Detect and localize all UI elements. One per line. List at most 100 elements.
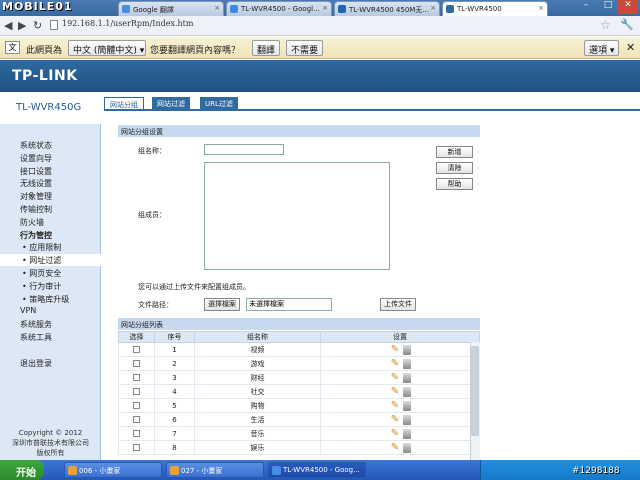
delete-icon[interactable] bbox=[403, 359, 411, 369]
edit-icon[interactable]: ✎ bbox=[389, 372, 401, 383]
edit-icon[interactable]: ✎ bbox=[389, 386, 401, 397]
options-button[interactable]: 選項 ▾ bbox=[584, 40, 620, 56]
taskbar-task[interactable]: 006 - 小畫家 bbox=[64, 462, 162, 478]
row-checkbox[interactable] bbox=[133, 402, 140, 409]
start-button[interactable]: 开始 bbox=[0, 460, 44, 480]
row-group-name: 游戏 bbox=[194, 356, 321, 371]
sidebar-item[interactable]: 行为管控 bbox=[20, 230, 52, 241]
group-table: 选择 序号 组名称 设置 1 视频 ✎ 2 游戏 ✎ 3 财经 ✎ 4 社交 ✎ 5 购物 ✎ 6 生活 ✎ 7 音乐… bbox=[118, 331, 480, 455]
sidebar-item[interactable]: • 应用限制 bbox=[22, 242, 61, 253]
sidebar-item[interactable]: 防火墙 bbox=[20, 217, 44, 228]
delete-icon[interactable] bbox=[403, 345, 411, 355]
row-group-name: 音乐 bbox=[194, 426, 321, 441]
sidebar-item[interactable]: • 行为审计 bbox=[22, 281, 61, 292]
row-checkbox[interactable] bbox=[133, 374, 140, 381]
sidebar-item[interactable]: 传输控制 bbox=[20, 204, 52, 215]
sidebar-item[interactable]: 系统服务 bbox=[20, 319, 52, 330]
file-status: 未選擇檔案 bbox=[246, 298, 332, 311]
sidebar-item[interactable]: 系统状态 bbox=[20, 140, 52, 151]
sidebar-item[interactable]: 接口设置 bbox=[20, 166, 52, 177]
tab-close-icon[interactable]: × bbox=[214, 4, 220, 12]
tab-web-group[interactable]: 网站分组 bbox=[104, 97, 144, 109]
delete-icon[interactable] bbox=[403, 373, 411, 383]
browser-tab[interactable]: TL-WVR4500 450M无... × bbox=[334, 1, 440, 16]
clear-button[interactable]: 清除 bbox=[436, 162, 473, 174]
no-translate-button[interactable]: 不需要 bbox=[286, 40, 324, 56]
table-scroll-thumb[interactable] bbox=[471, 346, 479, 436]
edit-icon[interactable]: ✎ bbox=[389, 400, 401, 411]
task-app-icon bbox=[272, 466, 281, 475]
delete-icon[interactable] bbox=[403, 401, 411, 411]
sidebar-item[interactable]: VPN bbox=[20, 306, 36, 315]
tp-link-logo: TP-LINK bbox=[12, 68, 78, 84]
tab-url-filter[interactable]: URL过滤 bbox=[200, 97, 238, 109]
page-icon bbox=[50, 20, 58, 30]
row-checkbox[interactable] bbox=[133, 416, 140, 423]
edit-icon[interactable]: ✎ bbox=[389, 358, 401, 369]
tab-label: TL-WVR4500 - Googl... bbox=[241, 5, 320, 13]
taskbar: 开始 006 - 小畫家 027 - 小畫家 TL-WVR4500 - Goog..… bbox=[0, 460, 640, 480]
row-checkbox[interactable] bbox=[133, 444, 140, 451]
language-select[interactable]: 中文 (簡體中文) ▾ bbox=[68, 40, 146, 56]
tab-label: TL-WVR4500 bbox=[457, 5, 502, 13]
url-field[interactable]: 192.168.1.1/userRpm/Index.htm bbox=[62, 19, 193, 28]
sidebar-item[interactable]: • 网址过滤 bbox=[22, 255, 61, 266]
help-button[interactable]: 帮助 bbox=[436, 178, 473, 190]
row-checkbox[interactable] bbox=[133, 346, 140, 353]
sidebar-item[interactable]: 对象管理 bbox=[20, 191, 52, 202]
sidebar-item[interactable]: • 策略库升级 bbox=[22, 294, 69, 305]
tab-close-icon[interactable]: × bbox=[322, 4, 328, 12]
logout-link[interactable]: 退出登录 bbox=[20, 358, 52, 369]
address-bar: ◀ ▶ ↻ 192.168.1.1/userRpm/Index.htm ☆ 🔧 bbox=[0, 16, 640, 36]
minimize-icon[interactable]: – bbox=[576, 0, 596, 14]
close-icon[interactable]: ✕ bbox=[618, 0, 638, 14]
tab-underline bbox=[104, 109, 640, 111]
row-checkbox[interactable] bbox=[133, 430, 140, 437]
delete-icon[interactable] bbox=[403, 387, 411, 397]
add-button[interactable]: 新增 bbox=[436, 146, 473, 158]
row-number: 1 bbox=[154, 342, 195, 357]
tab-close-icon[interactable]: × bbox=[538, 4, 544, 12]
row-group-name: 视频 bbox=[194, 342, 321, 357]
sidebar-item[interactable]: 设置向导 bbox=[20, 153, 52, 164]
file-path-label: 文件路径： bbox=[138, 301, 173, 309]
sidebar-item[interactable]: 系统工具 bbox=[20, 332, 52, 343]
bookmark-star-icon[interactable]: ☆ bbox=[600, 18, 611, 32]
col-select: 选择 bbox=[118, 331, 155, 343]
reload-icon[interactable]: ↻ bbox=[33, 19, 42, 32]
row-group-name: 生活 bbox=[194, 412, 321, 427]
edit-icon[interactable]: ✎ bbox=[389, 442, 401, 453]
list-title: 网站分组列表 bbox=[118, 318, 480, 330]
close-translate-icon[interactable]: ✕ bbox=[626, 41, 635, 54]
row-number: 5 bbox=[154, 398, 195, 413]
tab-web-filter[interactable]: 网站过滤 bbox=[152, 97, 190, 109]
col-settings: 设置 bbox=[320, 331, 480, 343]
taskbar-task[interactable]: TL-WVR4500 - Goog... bbox=[268, 462, 366, 478]
choose-file-button[interactable]: 選擇檔案 bbox=[204, 298, 240, 311]
sidebar-item[interactable]: • 网页安全 bbox=[22, 268, 61, 279]
sidebar: 系统状态设置向导接口设置 无线设置对象管理传输控制防火墙行为管控 • 应用限制 • 网… bbox=[0, 124, 101, 460]
sidebar-item[interactable]: 无线设置 bbox=[20, 178, 52, 189]
row-checkbox[interactable] bbox=[133, 388, 140, 395]
group-members-textarea[interactable] bbox=[204, 162, 390, 270]
translate-button[interactable]: 翻譯 bbox=[252, 40, 281, 56]
forward-icon[interactable]: ▶ bbox=[18, 19, 26, 32]
tab-close-icon[interactable]: × bbox=[430, 4, 436, 12]
wrench-icon[interactable]: 🔧 bbox=[620, 18, 634, 31]
back-icon[interactable]: ◀ bbox=[4, 19, 12, 32]
edit-icon[interactable]: ✎ bbox=[389, 344, 401, 355]
browser-tab[interactable]: TL-WVR4500 - Googl... × bbox=[226, 1, 332, 16]
browser-tab[interactable]: Google 翻譯 × bbox=[118, 1, 224, 16]
upload-button[interactable]: 上传文件 bbox=[380, 298, 416, 311]
delete-icon[interactable] bbox=[403, 429, 411, 439]
delete-icon[interactable] bbox=[403, 415, 411, 425]
task-label: 027 - 小畫家 bbox=[181, 467, 223, 475]
row-checkbox[interactable] bbox=[133, 360, 140, 367]
delete-icon[interactable] bbox=[403, 443, 411, 453]
maximize-icon[interactable]: □ bbox=[598, 0, 618, 14]
browser-tab[interactable]: TL-WVR4500 × bbox=[442, 1, 548, 16]
taskbar-task[interactable]: 027 - 小畫家 bbox=[166, 462, 264, 478]
group-name-input[interactable] bbox=[204, 144, 284, 155]
edit-icon[interactable]: ✎ bbox=[389, 414, 401, 425]
edit-icon[interactable]: ✎ bbox=[389, 428, 401, 439]
